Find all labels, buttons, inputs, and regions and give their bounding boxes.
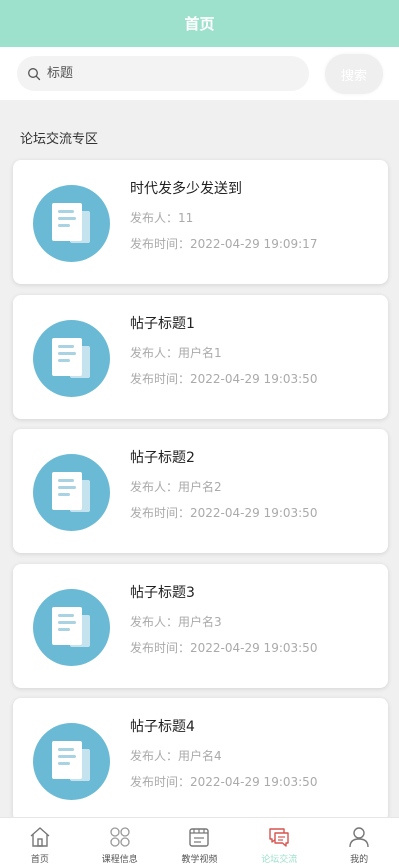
post-card[interactable]: 帖子标题2 发布人：用户名2 发布时间：2022-04-29 19:03:50 [13, 429, 388, 553]
tab-forum[interactable]: 论坛交流 [239, 818, 319, 867]
post-time: 发布时间：2022-04-29 19:03:50 [130, 641, 318, 655]
search-icon [28, 67, 41, 80]
post-thumbnail [33, 320, 110, 397]
video-icon [189, 828, 210, 847]
chat-icon [269, 828, 289, 847]
home-icon [30, 827, 50, 847]
tab-profile[interactable]: 我的 [319, 818, 399, 867]
post-author: 发布人：用户名3 [130, 615, 222, 629]
post-time: 发布时间：2022-04-29 19:03:50 [130, 372, 318, 386]
post-title: 帖子标题2 [130, 450, 195, 466]
document-icon [52, 472, 90, 512]
post-author: 发布人：11 [130, 211, 194, 225]
tab-label: 教学视频 [181, 855, 218, 865]
document-icon [52, 338, 90, 378]
post-title: 时代发多少发送到 [130, 181, 242, 197]
search-button[interactable]: 搜索 [325, 54, 383, 94]
user-icon [349, 827, 369, 848]
section-title: 论坛交流专区 [20, 132, 99, 147]
post-author: 发布人：用户名1 [130, 346, 222, 360]
post-card[interactable]: 帖子标题3 发布人：用户名3 发布时间：2022-04-29 19:03:50 [13, 564, 388, 688]
tab-videos[interactable]: 教学视频 [160, 818, 240, 867]
post-thumbnail [33, 589, 110, 666]
grid-icon [110, 827, 130, 847]
tab-label: 首页 [30, 855, 49, 865]
document-icon [52, 741, 90, 781]
post-author: 发布人：用户名4 [130, 749, 222, 763]
post-title: 帖子标题3 [130, 585, 195, 601]
post-thumbnail [33, 723, 110, 800]
post-author: 发布人：用户名2 [130, 480, 222, 494]
tab-courses[interactable]: 课程信息 [80, 818, 160, 867]
search-field[interactable] [17, 56, 309, 91]
tab-label: 论坛交流 [261, 855, 298, 865]
post-card[interactable]: 帖子标题1 发布人：用户名1 发布时间：2022-04-29 19:03:50 [13, 295, 388, 419]
tab-label: 课程信息 [101, 855, 138, 865]
tab-label: 我的 [350, 855, 369, 865]
post-title: 帖子标题4 [130, 719, 195, 735]
post-card[interactable]: 帖子标题4 发布人：用户名4 发布时间：2022-04-29 19:03:50 [13, 698, 388, 817]
post-time: 发布时间：2022-04-29 19:03:50 [130, 775, 318, 789]
post-time: 发布时间：2022-04-29 19:03:50 [130, 506, 318, 520]
app-header: 首页 [0, 0, 399, 47]
forum-content: 论坛交流专区 时代发多少发送到 发布人：11 发布时间：2022-04-29 1… [0, 100, 399, 817]
page-title: 首页 [184, 15, 215, 33]
bottom-tabbar: 首页 课程信息 教学视频 论坛交流 我的 [0, 817, 399, 867]
post-card[interactable]: 时代发多少发送到 发布人：11 发布时间：2022-04-29 19:09:17 [13, 160, 388, 284]
post-thumbnail [33, 185, 110, 262]
post-thumbnail [33, 454, 110, 531]
document-icon [52, 203, 90, 243]
tab-home[interactable]: 首页 [0, 818, 80, 867]
search-input[interactable] [47, 66, 287, 81]
post-title: 帖子标题1 [130, 316, 195, 332]
post-time: 发布时间：2022-04-29 19:09:17 [130, 237, 318, 251]
document-icon [52, 607, 90, 647]
search-bar: 搜索 [0, 47, 399, 100]
search-button-label: 搜索 [340, 68, 367, 84]
